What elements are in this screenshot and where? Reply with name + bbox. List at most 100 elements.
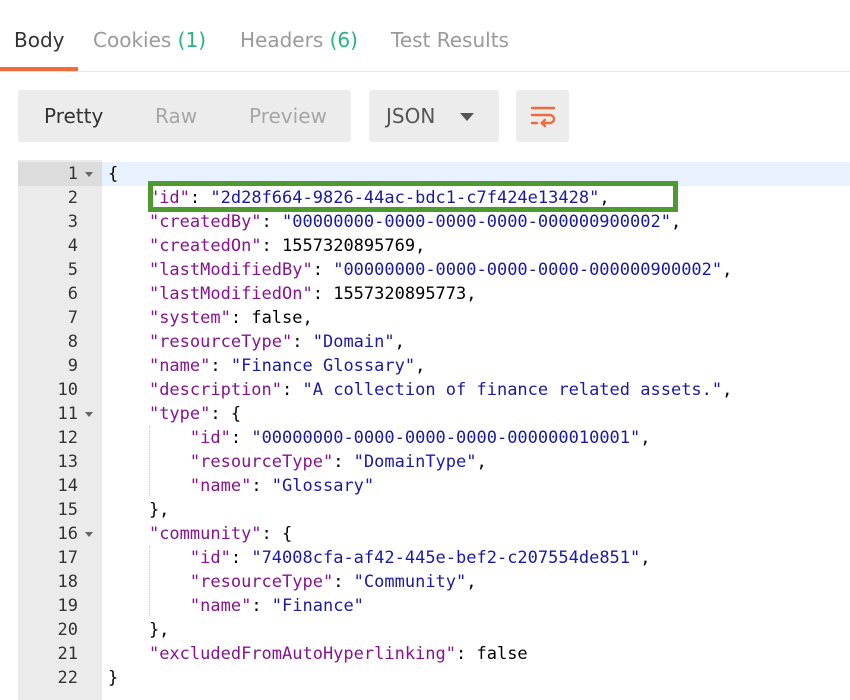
- json-token: :: [333, 572, 354, 592]
- code-line: "id": "00000000-0000-0000-0000-000000010…: [108, 426, 732, 450]
- json-token: :: [312, 260, 334, 280]
- pretty-button[interactable]: Pretty: [44, 90, 103, 142]
- wrap-lines-button[interactable]: [516, 90, 569, 142]
- json-key: "excludedFromAutoHyperlinking": [148, 644, 456, 664]
- tab-body[interactable]: Body: [14, 28, 65, 52]
- format-select[interactable]: JSON: [369, 90, 499, 142]
- line-number: 3: [67, 212, 78, 232]
- line-number: 14: [57, 476, 78, 496]
- json-token: :: [333, 452, 354, 472]
- json-token: ,: [302, 308, 313, 328]
- line-number: 11: [57, 404, 78, 424]
- json-token: :: [251, 476, 272, 496]
- json-token: false: [251, 308, 303, 328]
- json-token: : {: [261, 524, 293, 544]
- json-key: "id": [148, 188, 190, 208]
- line-number: 7: [67, 308, 78, 328]
- raw-button[interactable]: Raw: [155, 90, 197, 142]
- code-line: "resourceType": "Domain",: [108, 330, 732, 354]
- line-number: 8: [67, 332, 78, 352]
- json-string: "Finance Glossary": [230, 356, 416, 376]
- code-line: "name": "Glossary": [108, 474, 732, 498]
- json-string: "A collection of finance related assets.…: [302, 380, 723, 400]
- code-line: "name": "Finance": [108, 594, 732, 618]
- code-line: "id": "74008cfa-af42-445e-bef2-c207554de…: [108, 546, 732, 570]
- json-token: ,: [415, 236, 426, 256]
- json-token: }: [108, 668, 119, 688]
- line-number: 21: [57, 644, 78, 664]
- json-token: ,: [722, 380, 733, 400]
- line-number: 19: [57, 596, 78, 616]
- response-body-editor[interactable]: 1 2 3 4 5 6 7 8 9 10 11 12 13 14 15 16 17 18 19 20 21 22 { "i…: [18, 160, 850, 700]
- json-key: "description": [148, 380, 283, 400]
- code-line: "createdOn": 1557320895769,: [108, 234, 732, 258]
- tab-headers[interactable]: Headers (6): [240, 28, 358, 52]
- json-token: ,: [476, 452, 487, 472]
- tab-cookies[interactable]: Cookies (1): [93, 28, 206, 52]
- line-number: 22: [57, 668, 78, 688]
- json-string: "Domain": [312, 332, 395, 352]
- code-line: "community": {: [108, 522, 732, 546]
- line-number: 4: [67, 236, 78, 256]
- json-string: "Community": [353, 572, 467, 592]
- json-token: :: [189, 188, 211, 208]
- line-number: 9: [67, 356, 78, 376]
- fold-arrow-icon[interactable]: [85, 532, 93, 537]
- json-token: :: [251, 596, 272, 616]
- json-key: "lastModifiedOn": [148, 284, 313, 304]
- view-mode-toggle: Pretty Raw Preview: [18, 90, 351, 142]
- line-number: 12: [57, 428, 78, 448]
- json-token: :: [261, 212, 283, 232]
- fold-arrow-icon[interactable]: [85, 172, 93, 177]
- preview-button[interactable]: Preview: [249, 90, 327, 142]
- json-token: },: [108, 500, 170, 520]
- json-token: {: [108, 164, 119, 184]
- code-line: "lastModifiedOn": 1557320895773,: [108, 282, 732, 306]
- json-token: :: [230, 548, 252, 568]
- json-token: :: [210, 356, 231, 376]
- code-line: },: [108, 498, 732, 522]
- json-key: "name": [189, 596, 252, 616]
- json-token: :: [282, 380, 303, 400]
- line-number: 6: [67, 284, 78, 304]
- line-number: 20: [57, 620, 78, 640]
- line-number: 5: [67, 260, 78, 280]
- json-token: :: [456, 644, 477, 664]
- code-line: "type": {: [108, 402, 732, 426]
- line-number: 1: [67, 164, 78, 184]
- json-token: ,: [415, 356, 426, 376]
- line-number: 10: [57, 380, 78, 400]
- json-token: :: [261, 236, 283, 256]
- json-key: "id": [189, 428, 231, 448]
- json-string: "00000000-0000-0000-0000-000000010001": [251, 428, 641, 448]
- code-line: "id": "2d28f664-9826-44ac-bdc1-c7f424e13…: [108, 186, 732, 210]
- json-string: "DomainType": [353, 452, 477, 472]
- json-token: :: [312, 284, 334, 304]
- json-token: :: [230, 308, 252, 328]
- code-line: "resourceType": "Community",: [108, 570, 732, 594]
- json-token: ,: [394, 332, 405, 352]
- json-key: "lastModifiedBy": [148, 260, 313, 280]
- json-string: "Glossary": [271, 476, 375, 496]
- tab-test-results-label: Test Results: [391, 28, 509, 52]
- json-token: ,: [466, 572, 477, 592]
- format-select-value: JSON: [386, 104, 436, 128]
- json-key: "resourceType": [189, 572, 334, 592]
- json-key: "system": [148, 308, 231, 328]
- line-number: 2: [67, 188, 78, 208]
- tab-test-results[interactable]: Test Results: [391, 28, 509, 52]
- json-key: "community": [148, 524, 262, 544]
- json-token: ,: [599, 188, 610, 208]
- fold-arrow-icon[interactable]: [85, 412, 93, 417]
